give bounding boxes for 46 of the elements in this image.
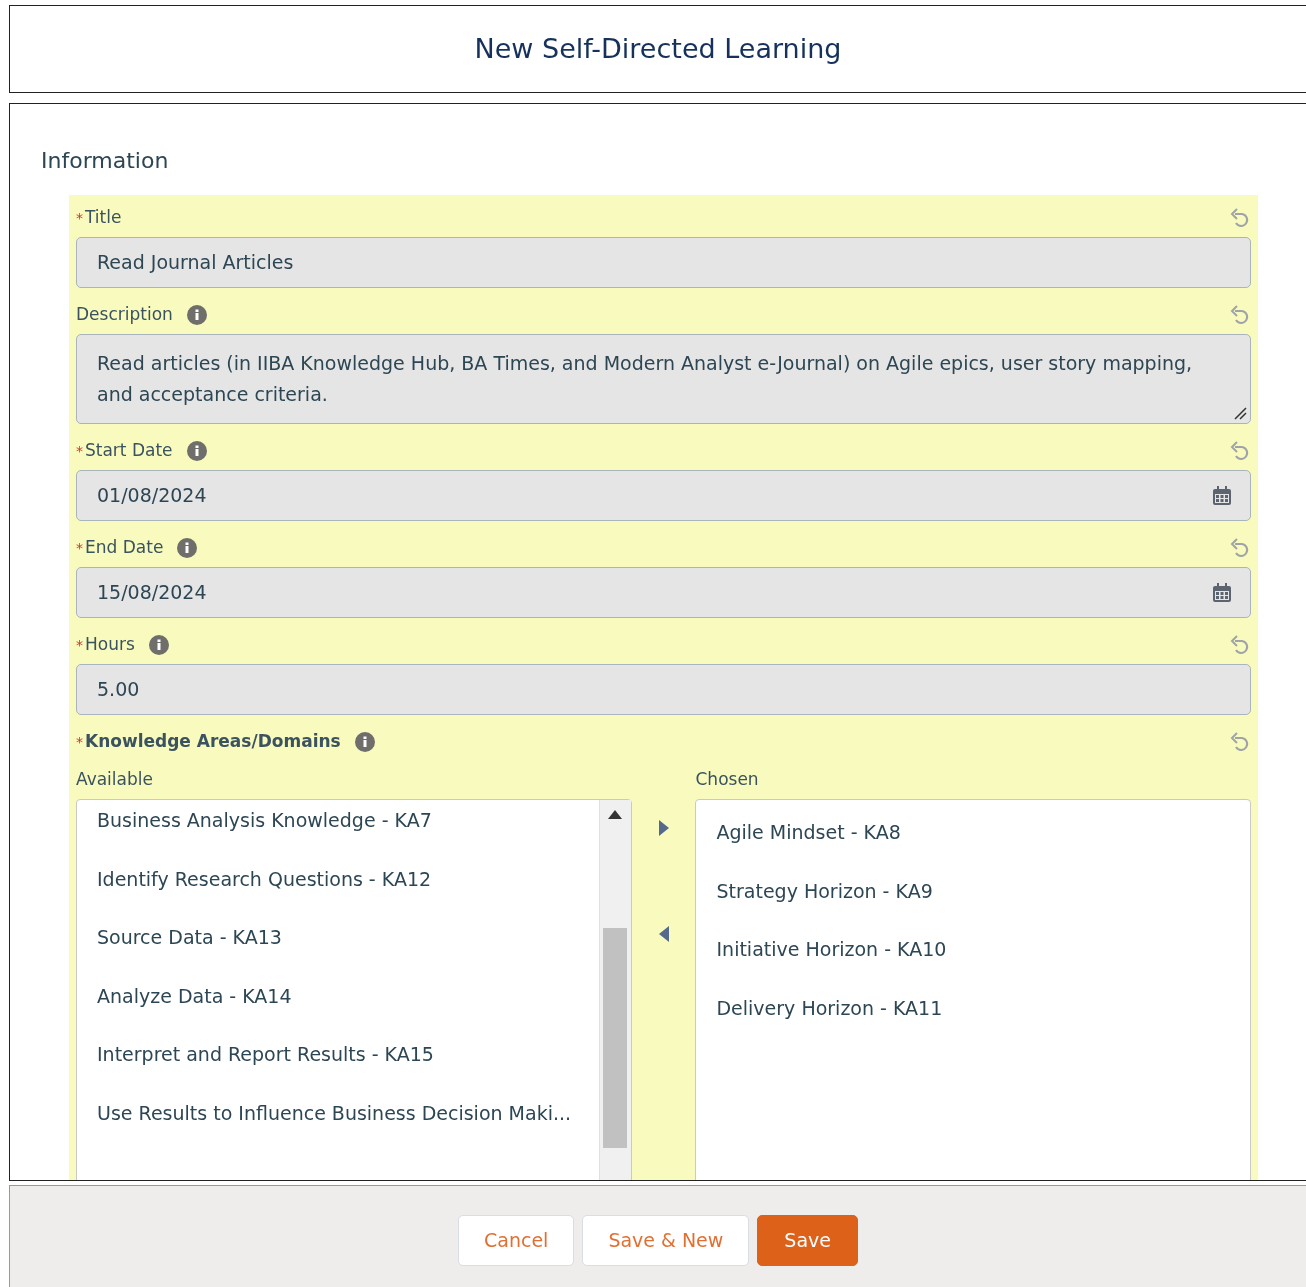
list-option[interactable]: Analyze Data - KA14 (97, 981, 599, 1040)
list-label: Chosen (695, 768, 760, 792)
info-icon[interactable] (186, 305, 207, 325)
list-option[interactable]: Initiative Horizon - KA10 (716, 935, 1250, 994)
scrollbar-thumb[interactable] (603, 928, 628, 1148)
required-asterisk: * (76, 635, 83, 655)
list-option[interactable]: Business Analysis Knowledge - KA7 (97, 806, 599, 865)
required-asterisk: * (76, 208, 83, 228)
field-label: Start Date (85, 439, 173, 463)
list-option[interactable]: Strategy Horizon - KA9 (716, 876, 1250, 935)
field-label: Hours (85, 633, 135, 657)
list-option[interactable]: Delivery Horizon - KA11 (716, 993, 1250, 1052)
input-field[interactable]: Read Journal Articles (76, 237, 1251, 288)
field-label: Description (76, 303, 173, 327)
scroll-up-icon[interactable] (608, 810, 623, 819)
calendar-icon[interactable] (1212, 582, 1232, 603)
required-asterisk: * (76, 732, 83, 752)
textarea-field[interactable]: Read articles (in IIBA Knowledge Hub, BA Times, and Modern Analyst e-Journal) on Agile epics, user story mapping, and acceptance criteria. (76, 334, 1251, 424)
info-icon[interactable] (186, 441, 207, 461)
caret-left-icon[interactable] (658, 925, 669, 942)
calendar-icon[interactable] (1212, 485, 1232, 506)
date-field[interactable]: 01/08/2024 (76, 470, 1251, 521)
input-field[interactable]: 5.00 (76, 664, 1251, 715)
list-label: Available (76, 768, 154, 792)
info-icon[interactable] (148, 635, 169, 655)
resize-handle-icon[interactable] (1233, 406, 1247, 420)
caret-right-icon[interactable] (658, 820, 669, 836)
field-value: 15/08/2024 (97, 580, 207, 606)
date-field[interactable]: 15/08/2024 (76, 567, 1251, 618)
save-button[interactable]: Save (757, 1215, 858, 1266)
field-value: 01/08/2024 (97, 483, 207, 509)
section-title: Information (41, 147, 170, 175)
required-asterisk: * (76, 441, 83, 461)
info-icon[interactable] (354, 732, 375, 752)
field-label: Title (85, 206, 122, 230)
field-label: Knowledge Areas/Domains (85, 730, 341, 754)
list-option[interactable]: Agile Mindset - KA8 (716, 818, 1250, 877)
list-option[interactable]: Interpret and Report Results - KA15 (97, 1040, 599, 1099)
modal-title: New Self-Directed Learning (474, 32, 842, 66)
list-option[interactable]: Use Results to Influence Business Decision Maki... (97, 1098, 599, 1157)
info-icon[interactable] (177, 538, 198, 558)
list-option[interactable]: Source Data - KA13 (97, 923, 599, 982)
field-value: Read articles (in IIBA Knowledge Hub, BA Times, and Modern Analyst e-Journal) on Agile epics, user story mapping, and acceptance criteria. (97, 351, 1194, 407)
required-asterisk: * (76, 538, 83, 558)
list-option[interactable]: Identify Research Questions - KA12 (97, 864, 599, 923)
field-label: End Date (85, 536, 164, 560)
